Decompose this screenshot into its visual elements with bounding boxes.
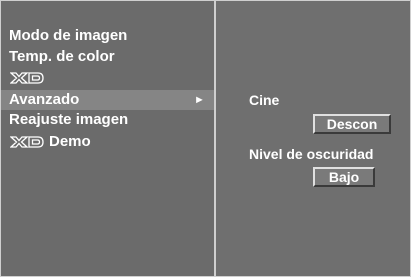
cinema-label: Cine [249, 92, 280, 108]
menu-item-xd-demo[interactable]: Demo [1, 132, 214, 152]
menu-item-color-temperature[interactable]: Temp. de color [1, 47, 214, 67]
main-menu-panel: Modo de imagen Temp. de color Avanzado ►… [1, 1, 214, 276]
menu-item-xd[interactable] [1, 68, 214, 88]
menu-item-picture-reset[interactable]: Reajuste imagen [1, 110, 214, 130]
osd-menu: Modo de imagen Temp. de color Avanzado ►… [0, 0, 411, 277]
menu-item-label: Demo [49, 133, 91, 150]
xd-logo-icon [10, 72, 44, 84]
menu-item-label: Temp. de color [9, 48, 115, 65]
black-level-label: Nivel de oscuridad [249, 146, 374, 162]
xd-logo-icon [10, 136, 44, 148]
cinema-value-box[interactable]: Descon [313, 114, 391, 134]
menu-item-advanced[interactable]: Avanzado ► [1, 90, 214, 110]
menu-item-label: Reajuste imagen [9, 111, 129, 128]
menu-item-label: Modo de imagen [9, 27, 128, 44]
right-arrow-icon: ► [194, 94, 205, 106]
black-level-value-box[interactable]: Bajo [313, 167, 375, 187]
submenu-panel: Cine Descon Nivel de oscuridad Bajo [216, 1, 410, 276]
menu-item-picture-mode[interactable]: Modo de imagen [1, 26, 214, 46]
menu-item-label: Avanzado [9, 91, 80, 108]
